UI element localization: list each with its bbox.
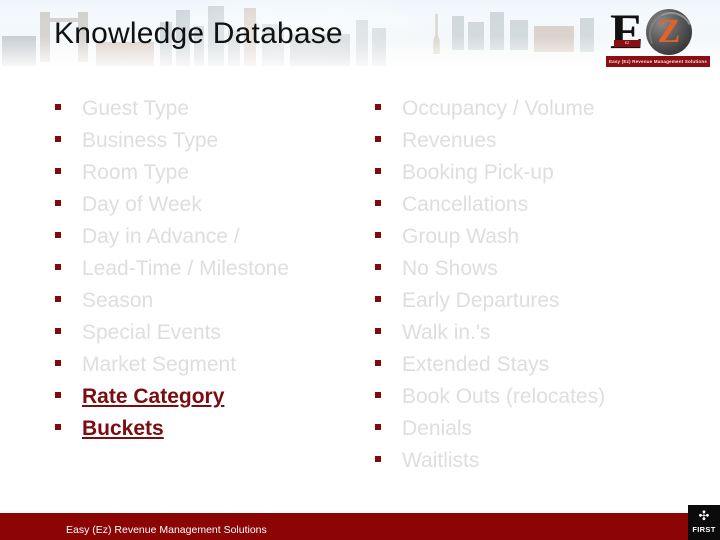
bullet-list-item: Extended Stays xyxy=(375,352,705,384)
right-bullet-column: Occupancy / Volume Revenues Booking Pick-u… xyxy=(375,96,705,480)
bullet-list-item: Special Events xyxy=(55,320,355,352)
bullet-list-item: Business Type xyxy=(55,128,355,160)
bullet-list-item: Group Wash xyxy=(375,224,705,256)
bullet-item-label: Rate Category xyxy=(82,385,225,408)
bullet-item-label: Denials xyxy=(402,417,473,440)
bullet-list-item: Lead-Time / Milestone xyxy=(55,256,355,288)
eagle-icon: ✣ xyxy=(698,508,710,523)
bullet-square-icon xyxy=(375,328,381,334)
bullet-list-item: No Shows xyxy=(375,256,705,288)
bullet-list-item: Denials xyxy=(375,416,705,448)
bullet-list-item: Guest Type xyxy=(55,96,355,128)
bullet-list-item: Day in Advance / xyxy=(55,224,355,256)
bullet-item-label: No Shows xyxy=(402,257,498,280)
page-header: Knowledge Database E Z EZ Easy (Ez) Reve… xyxy=(0,0,720,78)
bullet-list-item: Booking Pick-up xyxy=(375,160,705,192)
bullet-square-icon xyxy=(375,232,381,238)
page-footer: Easy (Ez) Revenue Management Solutions xyxy=(0,513,720,540)
bullet-list-item: Day of Week xyxy=(55,192,355,224)
bullet-item-label: Early Departures xyxy=(402,289,560,312)
bullet-list-item: Walk in.'s xyxy=(375,320,705,352)
bullet-square-icon xyxy=(55,104,61,110)
bullet-item-label: Room Type xyxy=(82,161,189,184)
bullet-square-icon xyxy=(55,328,61,334)
ez-logo-globe-icon: Z xyxy=(643,6,699,62)
bullet-square-icon xyxy=(55,136,61,142)
bullet-list-item: Early Departures xyxy=(375,288,705,320)
ez-logo-letter-e: E xyxy=(610,3,644,59)
bullet-item-label: Season xyxy=(82,289,154,312)
bullet-list-item[interactable]: Rate Category xyxy=(55,384,355,416)
ez-logo-small-band: EZ xyxy=(614,40,640,47)
bullet-item-label: Revenues xyxy=(402,129,497,152)
bullet-item-label: Day of Week xyxy=(82,193,202,216)
bullet-item-label: Business Type xyxy=(82,129,219,152)
bullet-item-label: Waitlists xyxy=(402,449,480,472)
bullet-item-label: Guest Type xyxy=(82,97,190,120)
bullet-square-icon xyxy=(55,232,61,238)
bullet-list-item: Waitlists xyxy=(375,448,705,480)
bullet-item-label: Extended Stays xyxy=(402,353,550,376)
ez-logo-letter-z: Z xyxy=(657,13,681,50)
bullet-list-item: Revenues xyxy=(375,128,705,160)
content-area: Guest Type Business Type Room Type Day of W… xyxy=(0,96,720,496)
bullet-list-item: Room Type xyxy=(55,160,355,192)
bullet-item-label: Booking Pick-up xyxy=(402,161,554,184)
bullet-item-label: Market Segment xyxy=(82,353,237,376)
bullet-list-item: Season xyxy=(55,288,355,320)
first-logo: ✣ FIRST xyxy=(688,505,720,540)
bullet-square-icon xyxy=(375,200,381,206)
bullet-square-icon xyxy=(375,360,381,366)
bullet-list-item: Occupancy / Volume xyxy=(375,96,705,128)
bullet-item-label: Occupancy / Volume xyxy=(402,97,595,120)
bullet-item-label: Walk in.'s xyxy=(402,321,491,344)
footer-text: Easy (Ez) Revenue Management Solutions xyxy=(66,524,267,536)
bullet-square-icon xyxy=(375,392,381,398)
bullet-square-icon xyxy=(375,168,381,174)
bullet-square-icon xyxy=(375,424,381,430)
left-bullet-column: Guest Type Business Type Room Type Day of W… xyxy=(55,96,355,448)
bullet-item-label: Special Events xyxy=(82,321,221,344)
bullet-square-icon xyxy=(55,296,61,302)
bullet-square-icon xyxy=(55,264,61,270)
bullet-square-icon xyxy=(375,296,381,302)
bullet-square-icon xyxy=(55,168,61,174)
bullet-item-label: Day in Advance / xyxy=(82,225,240,248)
bullet-square-icon xyxy=(375,456,381,462)
bullet-square-icon xyxy=(375,136,381,142)
bullet-item-label: Buckets xyxy=(82,417,164,440)
ez-logo: E Z EZ Easy (Ez) Revenue Management Solu… xyxy=(602,6,712,70)
bullet-item-label: Group Wash xyxy=(402,225,520,248)
bullet-square-icon xyxy=(375,264,381,270)
bullet-square-icon xyxy=(55,200,61,206)
bullet-list-item: Cancellations xyxy=(375,192,705,224)
first-logo-label: FIRST xyxy=(692,525,716,534)
bullet-list-item[interactable]: Buckets xyxy=(55,416,355,448)
bullet-item-label: Book Outs (relocates) xyxy=(402,385,606,408)
bullet-square-icon xyxy=(55,392,61,398)
bullet-list-item: Book Outs (relocates) xyxy=(375,384,705,416)
page-title: Knowledge Database xyxy=(54,17,343,50)
bullet-item-label: Lead-Time / Milestone xyxy=(82,257,289,280)
bullet-list-item: Market Segment xyxy=(55,352,355,384)
bullet-square-icon xyxy=(375,104,381,110)
ez-logo-tagline: Easy (Ez) Revenue Management Solutions xyxy=(606,56,710,67)
bullet-square-icon xyxy=(55,360,61,366)
bullet-square-icon xyxy=(55,424,61,430)
bullet-item-label: Cancellations xyxy=(402,193,529,216)
